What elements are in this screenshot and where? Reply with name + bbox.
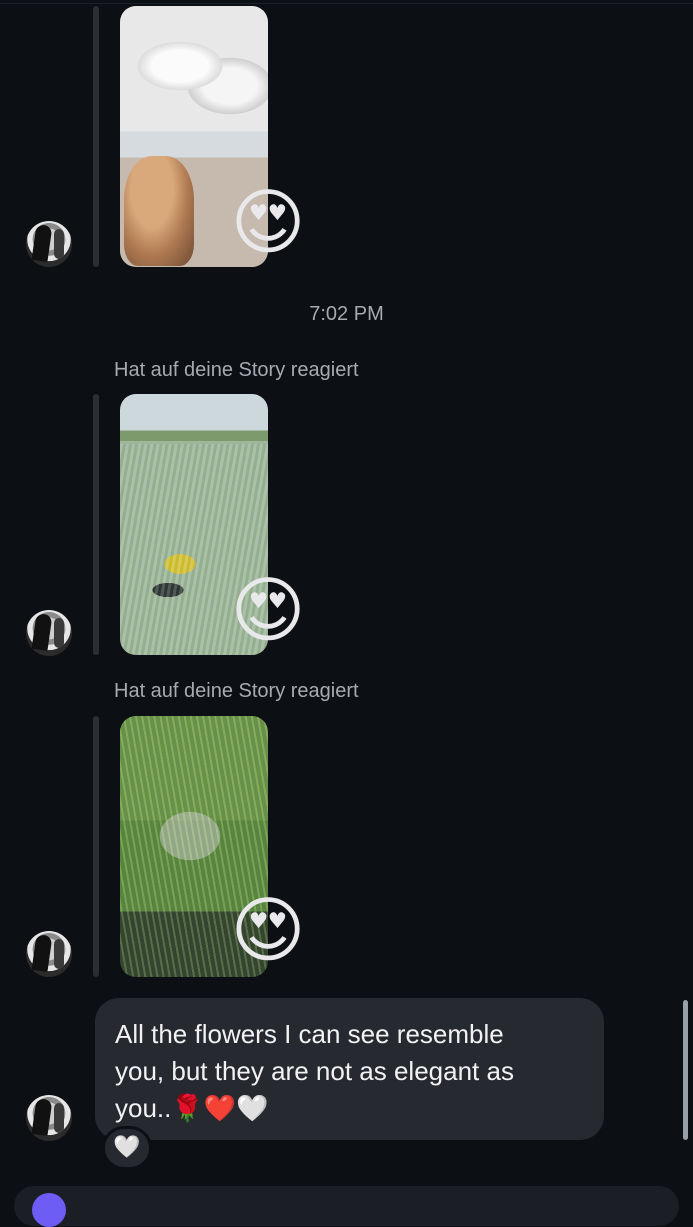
story-reply-bar bbox=[93, 6, 99, 267]
message-timestamp: 7:02 PM bbox=[309, 303, 384, 325]
top-divider bbox=[0, 3, 693, 4]
heart-eyes-emoji-icon: 😍 bbox=[230, 568, 306, 652]
story-reply-bar bbox=[93, 394, 99, 655]
heart-eyes-emoji-icon: 😍 bbox=[230, 888, 306, 972]
avatar[interactable] bbox=[26, 931, 72, 977]
story-reply-bar bbox=[93, 716, 99, 977]
white-heart-reaction-button[interactable]: 🤍 bbox=[102, 1126, 152, 1170]
story-reaction-label: Hat auf deine Story reagiert bbox=[114, 359, 359, 381]
message-text: you.. bbox=[115, 1093, 172, 1123]
message-text-line: you..🌹❤️🤍 bbox=[115, 1090, 584, 1128]
avatar[interactable] bbox=[26, 1095, 72, 1141]
message-text-line: All the flowers I can see resemble bbox=[115, 1019, 504, 1049]
message-text-line: you, but they are not as elegant as bbox=[115, 1056, 514, 1086]
scrollbar[interactable] bbox=[683, 1000, 688, 1140]
message-composer[interactable] bbox=[14, 1186, 679, 1226]
rose-heart-emojis-icon: 🌹❤️🤍 bbox=[171, 1094, 269, 1124]
camera-button[interactable] bbox=[32, 1193, 66, 1227]
message-bubble[interactable]: All the flowers I can see resemble you, … bbox=[95, 998, 604, 1140]
avatar[interactable] bbox=[26, 221, 72, 267]
heart-eyes-emoji-icon: 😍 bbox=[230, 180, 306, 264]
story-reaction-label: Hat auf deine Story reagiert bbox=[114, 680, 359, 702]
avatar[interactable] bbox=[26, 610, 72, 656]
